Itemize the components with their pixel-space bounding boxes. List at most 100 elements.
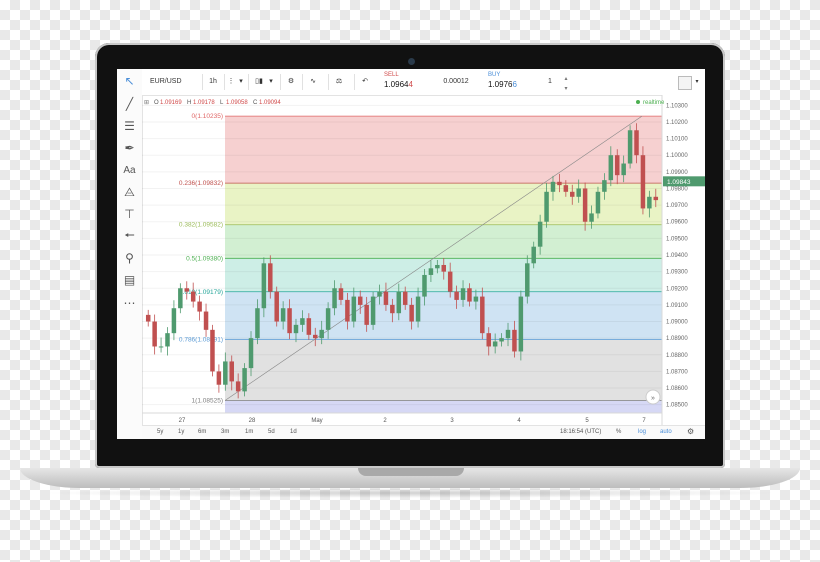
range-1d[interactable]: 1d bbox=[290, 429, 297, 435]
text-icon[interactable]: Aa bbox=[121, 162, 138, 179]
undo-icon[interactable]: ↶ bbox=[358, 74, 372, 90]
fib-tool-icon[interactable]: ⊤ bbox=[121, 206, 138, 223]
price-tick: 1.09600 bbox=[666, 220, 688, 226]
candles-icon[interactable]: ▯▮ bbox=[252, 74, 266, 90]
pattern-icon[interactable]: ⨺ bbox=[121, 184, 138, 201]
candle-body bbox=[190, 291, 196, 302]
price-tick: 1.09400 bbox=[666, 253, 688, 259]
quantity-value[interactable]: 1 bbox=[540, 74, 560, 90]
candle-body bbox=[216, 371, 222, 385]
spread-value: 0.00012 bbox=[443, 78, 469, 85]
time-tick: 2 bbox=[383, 418, 387, 424]
candle-body bbox=[473, 296, 479, 302]
auto-toggle[interactable]: auto bbox=[660, 429, 672, 435]
candle-body bbox=[557, 181, 562, 186]
candle-body bbox=[595, 191, 601, 214]
fib-zone bbox=[225, 224, 662, 259]
price-tick: 1.08500 bbox=[666, 403, 688, 409]
cursor-icon[interactable]: ↖ bbox=[121, 73, 138, 90]
candle-body bbox=[293, 324, 299, 334]
range-3m[interactable]: 3m bbox=[221, 429, 229, 435]
candle-body bbox=[627, 130, 633, 164]
candle-body bbox=[486, 333, 491, 347]
ohlc-o-value: 1.09169 bbox=[160, 100, 182, 106]
candle-body bbox=[441, 264, 447, 272]
candle-body bbox=[537, 221, 543, 247]
time-tick: 3 bbox=[450, 418, 454, 424]
sell-label: SELL bbox=[384, 72, 399, 78]
candle-body bbox=[525, 263, 530, 297]
ohlc-h-value: 1.09178 bbox=[193, 100, 215, 106]
settings-gear-icon[interactable]: ⚙ bbox=[687, 427, 694, 436]
candle-body bbox=[203, 311, 209, 330]
buy-button[interactable]: BUY 1.09766 bbox=[482, 71, 538, 93]
laptop-shadow bbox=[40, 488, 780, 498]
chart-type-chevron-icon[interactable]: ▾ bbox=[266, 74, 276, 90]
fib-label: 0.786(1.08891) bbox=[179, 337, 223, 344]
candle-body bbox=[614, 155, 620, 176]
fib-label: 1(1.08525) bbox=[192, 398, 223, 405]
candle-body bbox=[544, 191, 549, 222]
candle-body bbox=[268, 263, 273, 292]
candle-body bbox=[492, 341, 498, 347]
interval-selector[interactable]: 1h bbox=[206, 74, 220, 90]
candle-body bbox=[460, 288, 466, 300]
candle-body bbox=[178, 288, 183, 309]
brush-icon[interactable]: ✒ bbox=[121, 140, 138, 157]
arrow-icon[interactable]: 🠔 bbox=[121, 227, 138, 244]
layout-chevron-icon[interactable]: ▾ bbox=[692, 74, 702, 90]
candle-body bbox=[480, 296, 485, 334]
price-chart[interactable]: 0(1.10235) 0.236(1.09832) 0.382(1.09582) 0.… bbox=[142, 95, 705, 425]
price-tick: 1.08900 bbox=[666, 336, 688, 342]
candle-body bbox=[383, 291, 389, 305]
trend-line-icon[interactable]: ╱ bbox=[121, 96, 138, 113]
range-5d[interactable]: 5d bbox=[268, 429, 275, 435]
candle-body bbox=[345, 299, 350, 322]
candle-body bbox=[640, 155, 646, 209]
fib-label: 0(1.10235) bbox=[192, 113, 223, 120]
indicators-icon[interactable]: ∿ bbox=[306, 74, 320, 90]
price-tick: 1.09500 bbox=[666, 236, 688, 242]
measure-icon[interactable]: ▤ bbox=[121, 272, 138, 289]
candle-body bbox=[589, 213, 594, 222]
log-toggle[interactable]: log bbox=[638, 429, 646, 435]
horizontal-lines-icon[interactable]: ☰ bbox=[121, 118, 138, 135]
range-1y[interactable]: 1y bbox=[178, 429, 184, 435]
zoom-icon[interactable]: ⚲ bbox=[121, 250, 138, 267]
chevron-down-icon[interactable]: ▾ bbox=[236, 74, 246, 90]
candle-body bbox=[467, 288, 472, 302]
legend-toggle-icon[interactable]: ⊞ bbox=[144, 100, 149, 106]
candle-body bbox=[531, 246, 536, 264]
layout-box-icon[interactable] bbox=[678, 76, 692, 90]
range-5y[interactable]: 5y bbox=[157, 429, 163, 435]
candle-body bbox=[332, 288, 337, 309]
candle-body bbox=[165, 333, 170, 347]
candle-body bbox=[550, 181, 556, 192]
price-tick: 1.09700 bbox=[666, 203, 688, 209]
candle-body bbox=[415, 296, 421, 322]
realtime-label: realtime bbox=[643, 100, 665, 106]
range-6m[interactable]: 6m bbox=[198, 429, 206, 435]
more-icon[interactable]: ⋯ bbox=[121, 295, 138, 312]
sell-button[interactable]: SELL 1.09644 bbox=[378, 71, 434, 93]
range-1m[interactable]: 1m bbox=[245, 429, 253, 435]
candle-body bbox=[634, 130, 639, 156]
compare-icon[interactable]: ⚖ bbox=[332, 74, 346, 90]
price-tick: 1.09100 bbox=[666, 303, 688, 309]
percent-toggle[interactable]: % bbox=[616, 429, 621, 435]
candle-body bbox=[280, 308, 286, 322]
gear-icon[interactable]: ⚙ bbox=[284, 74, 298, 90]
candle-body bbox=[454, 291, 459, 300]
price-tick: 1.10100 bbox=[666, 137, 688, 143]
time-tick: 5 bbox=[585, 418, 589, 424]
menu-dots-icon[interactable]: ⋮ bbox=[226, 74, 236, 90]
candle-body bbox=[197, 301, 202, 312]
candle-body bbox=[248, 338, 254, 369]
realtime-dot-icon bbox=[636, 100, 640, 104]
scroll-right-button[interactable]: » bbox=[645, 389, 661, 405]
candle-body bbox=[512, 329, 517, 352]
candle-body bbox=[608, 155, 614, 181]
candle-body bbox=[563, 185, 569, 192]
symbol-search[interactable]: EUR/USD bbox=[150, 74, 190, 90]
fib-zone bbox=[225, 339, 662, 401]
